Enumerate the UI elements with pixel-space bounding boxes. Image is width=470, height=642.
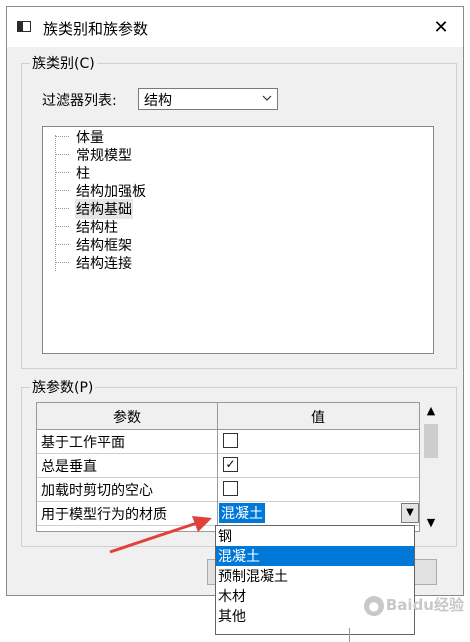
title-bar: 族类别和族参数 ✕: [7, 7, 463, 47]
divider: [349, 628, 350, 642]
category-group: 族类别(C) 过滤器列表: 结构 体量 常规模型 柱 结构加强板 结构基础 结构…: [21, 53, 457, 369]
tree-item-label: 常规模型: [76, 148, 132, 164]
filter-label: 过滤器列表:: [42, 93, 117, 109]
app-icon: [17, 21, 31, 32]
material-option[interactable]: 预制混凝土: [216, 566, 414, 586]
tree-item-label: 结构框架: [76, 238, 132, 254]
annotation-arrow-icon: [109, 516, 212, 554]
table-row: 用于模型行为的材质 混凝土 ▼: [37, 501, 419, 526]
material-option-selected[interactable]: 混凝土: [216, 546, 414, 566]
param-name: 基于工作平面: [41, 435, 125, 451]
cut-void-checkbox[interactable]: [223, 481, 238, 496]
material-select[interactable]: 混凝土 ▼: [219, 503, 419, 523]
family-category-dialog: 族类别和族参数 ✕ 族类别(C) 过滤器列表: 结构 体量 常规模型 柱 结构加…: [6, 6, 464, 596]
scroll-thumb[interactable]: [424, 424, 438, 458]
material-option[interactable]: 钢: [216, 526, 414, 546]
scroll-down-icon[interactable]: ▼: [422, 514, 440, 532]
category-list[interactable]: 体量 常规模型 柱 结构加强板 结构基础 结构柱 结构框架 结构连接: [42, 126, 434, 354]
always-vertical-checkbox[interactable]: ✓: [223, 457, 238, 472]
filter-combo[interactable]: 结构: [138, 88, 278, 110]
tree-item[interactable]: 体量: [55, 127, 255, 146]
tree-item-label: 结构连接: [76, 256, 132, 272]
table-row: 加载时剪切的空心: [37, 477, 419, 502]
baidu-paw-icon: ●: [363, 596, 384, 616]
table-row: 基于工作平面: [37, 429, 419, 454]
params-group-label: 族参数(P): [30, 377, 96, 397]
grid-header: 参数 值: [37, 403, 419, 430]
scroll-up-icon[interactable]: ▲: [422, 402, 440, 420]
column-header-param[interactable]: 参数: [37, 407, 217, 427]
tree-item-label: 结构加强板: [76, 184, 146, 200]
window-title: 族类别和族参数: [43, 20, 149, 38]
tree-item-selected[interactable]: 结构基础: [55, 199, 255, 219]
params-grid: 参数 值 基于工作平面 总是垂直 ✓ 加载时剪切的空心 用于模型行为的材质 混凝…: [36, 402, 420, 532]
param-name: 总是垂直: [41, 459, 97, 475]
tree-item[interactable]: 结构加强板: [55, 181, 255, 200]
material-value: 混凝土: [219, 503, 265, 523]
tree-item[interactable]: 结构连接: [55, 253, 255, 272]
category-group-label: 族类别(C): [30, 53, 97, 73]
tree-item[interactable]: 结构框架: [55, 235, 255, 254]
material-dropdown-list[interactable]: 钢 混凝土 预制混凝土 木材 其他: [215, 525, 415, 635]
tree-item-label: 结构柱: [76, 220, 118, 236]
param-name: 加载时剪切的空心: [41, 483, 153, 499]
watermark: ● Baidu经验: [363, 594, 464, 616]
params-scrollbar[interactable]: ▲ ▼: [422, 402, 440, 532]
tree-item-label: 体量: [76, 130, 104, 146]
tree-item[interactable]: 结构柱: [55, 217, 255, 236]
column-header-value[interactable]: 值: [218, 407, 418, 427]
tree-item[interactable]: 柱: [55, 163, 255, 182]
filter-value: 结构: [144, 93, 172, 109]
chevron-down-icon[interactable]: ▼: [401, 503, 419, 523]
watermark-text: Baidu经验: [385, 596, 464, 614]
work-plane-checkbox[interactable]: [223, 433, 238, 448]
tree-item-label: 柱: [76, 166, 90, 182]
chevron-down-icon: [262, 95, 272, 101]
tree-item[interactable]: 常规模型: [55, 145, 255, 164]
table-row: 总是垂直 ✓: [37, 453, 419, 478]
close-button[interactable]: ✕: [419, 7, 463, 47]
params-group: 族参数(P) 参数 值 基于工作平面 总是垂直 ✓ 加载时剪切的空心 用于模型行…: [21, 377, 457, 547]
tree-item-label: 结构基础: [75, 199, 133, 219]
